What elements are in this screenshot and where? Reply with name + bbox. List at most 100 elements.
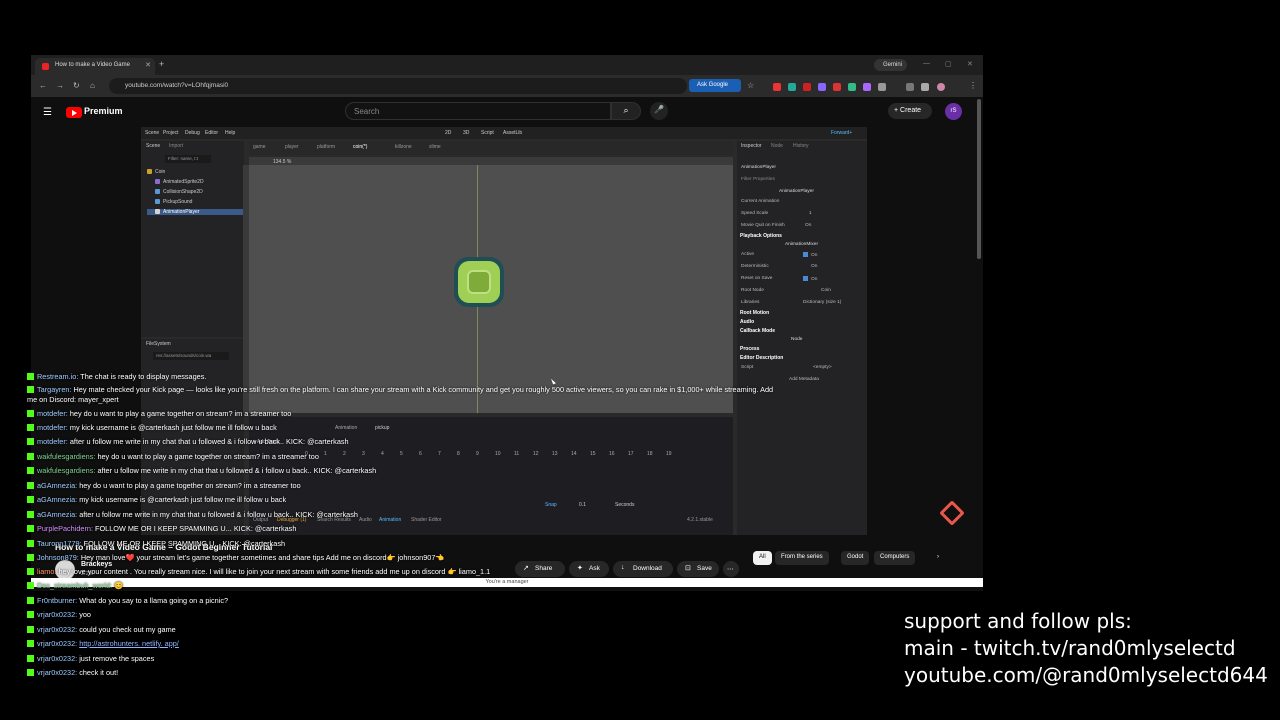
download-icon[interactable]: [921, 83, 929, 91]
search-input[interactable]: Search: [345, 102, 611, 120]
reset-checkbox[interactable]: On: [803, 276, 817, 282]
reload-icon[interactable]: ↻: [73, 81, 80, 90]
extension-icon[interactable]: [833, 83, 841, 91]
tab-node[interactable]: Node: [771, 143, 783, 149]
node-pickupsound[interactable]: PickupSound: [155, 199, 192, 205]
snap-toggle[interactable]: Snap: [545, 502, 557, 508]
section-audio[interactable]: Audio: [740, 319, 754, 325]
chip-series[interactable]: From the series: [775, 551, 829, 565]
2d-viewport[interactable]: 134.5 %: [249, 159, 733, 413]
url-field[interactable]: youtube.com/watch?v=LOhfqjmasi0: [109, 78, 687, 94]
node-coin[interactable]: Coin: [147, 169, 165, 175]
avatar[interactable]: rS: [945, 103, 962, 120]
libraries-value[interactable]: Dictionary (size 1): [803, 300, 841, 305]
back-icon[interactable]: ←: [39, 81, 47, 90]
root-node-value[interactable]: Coin: [821, 288, 831, 293]
ask-google-button[interactable]: Ask Google: [689, 79, 741, 92]
extension-icon[interactable]: [773, 83, 781, 91]
node-animationplayer[interactable]: AnimationPlayer: [147, 209, 243, 215]
seconds-select[interactable]: Seconds: [615, 502, 634, 508]
chat-text[interactable]: http://astrohunters. netlify. app/: [79, 639, 179, 648]
speed-scale-value[interactable]: 1: [809, 211, 812, 216]
chip-computers[interactable]: Computers: [874, 551, 916, 565]
extensions-puzzle-icon[interactable]: [878, 83, 886, 91]
bottom-tab-shader[interactable]: Shader Editor: [411, 517, 442, 523]
search-icon[interactable]: ⌕: [611, 102, 641, 120]
menu-scene[interactable]: Scene: [145, 130, 159, 136]
home-icon[interactable]: ⌂: [90, 81, 95, 90]
snap-value[interactable]: 0.1: [579, 502, 586, 508]
section-root-motion[interactable]: Root Motion: [740, 310, 769, 316]
minimize-icon[interactable]: —: [923, 60, 930, 67]
node-collisionshape[interactable]: CollisionShape2D: [155, 189, 203, 195]
gemini-button[interactable]: Gemini: [874, 59, 907, 71]
extension-icon[interactable]: [848, 83, 856, 91]
menu-debug[interactable]: Debug: [185, 130, 200, 136]
section-callback[interactable]: Callback Mode: [740, 328, 775, 334]
youtube-brand[interactable]: Premium: [84, 106, 123, 116]
chip-all[interactable]: All: [753, 551, 772, 565]
create-button[interactable]: + Create: [888, 103, 932, 119]
download-button[interactable]: ↓ Download: [613, 561, 673, 577]
tab-game[interactable]: game: [253, 144, 266, 150]
tab-import[interactable]: Import: [169, 143, 183, 149]
scene-filter-input[interactable]: Filter: name, t:t: [165, 155, 211, 163]
movie-quit-value[interactable]: On: [805, 223, 811, 228]
share-button[interactable]: ↗ Share: [515, 561, 565, 577]
tab-killzone[interactable]: killzone: [395, 144, 412, 150]
section-process[interactable]: Process: [740, 346, 759, 352]
bottom-tab-animation[interactable]: Animation: [379, 517, 401, 523]
menu-help[interactable]: Help: [225, 130, 235, 136]
property-filter[interactable]: Filter Properties: [741, 177, 775, 182]
forward-icon[interactable]: →: [56, 81, 64, 90]
section-editor-description[interactable]: Editor Description: [740, 355, 783, 361]
new-tab-icon[interactable]: +: [159, 59, 164, 69]
save-button[interactable]: ⊡ Save: [677, 561, 719, 577]
workspace-2d[interactable]: 2D: [445, 130, 451, 136]
animation-selector[interactable]: pickup: [375, 425, 389, 431]
more-actions-icon[interactable]: ⋯: [723, 561, 739, 577]
tab-history[interactable]: History: [793, 143, 809, 149]
sidebar-icon[interactable]: [906, 83, 914, 91]
menu-editor[interactable]: Editor: [205, 130, 218, 136]
channel-watermark-icon[interactable]: [939, 500, 965, 526]
tab-coin[interactable]: coin(*): [353, 144, 367, 150]
tab-scene[interactable]: Scene: [146, 143, 160, 149]
workspace-assetlib[interactable]: AssetLib: [503, 130, 522, 136]
ask-button[interactable]: ✦ Ask: [569, 561, 609, 577]
profile-icon[interactable]: [937, 83, 945, 91]
maximize-icon[interactable]: ▢: [945, 60, 952, 68]
section-playback[interactable]: Playback Options: [740, 233, 782, 239]
renderer-label[interactable]: Forward+: [831, 130, 852, 136]
coin-sprite[interactable]: [454, 257, 504, 307]
deterministic-value[interactable]: On: [811, 264, 817, 269]
fs-path-field[interactable]: res://assets/sounds/coin.wa: [153, 352, 229, 360]
extension-icon[interactable]: [863, 83, 871, 91]
microphone-icon[interactable]: 🎤: [650, 102, 668, 120]
node-animatedsprite[interactable]: AnimatedSprite2D: [155, 179, 204, 185]
tab-player[interactable]: player: [285, 144, 299, 150]
browser-tab[interactable]: How to make a Video Game ✕: [35, 58, 155, 75]
close-window-icon[interactable]: ✕: [967, 60, 973, 68]
tab-platform[interactable]: platform: [317, 144, 335, 150]
bookmark-star-icon[interactable]: ☆: [747, 81, 754, 90]
inspected-node[interactable]: AnimationPlayer: [741, 165, 776, 170]
active-checkbox[interactable]: On: [803, 252, 817, 258]
hamburger-menu-icon[interactable]: ☰: [43, 107, 52, 118]
more-menu-icon[interactable]: ⋮: [969, 81, 977, 90]
youtube-logo-icon[interactable]: [66, 107, 82, 118]
page-scrollbar[interactable]: [977, 99, 981, 259]
extension-icon[interactable]: [803, 83, 811, 91]
menu-project[interactable]: Project: [163, 130, 179, 136]
script-value[interactable]: <empty>: [813, 365, 832, 370]
close-tab-icon[interactable]: ✕: [145, 61, 151, 69]
chip-godot[interactable]: Godot: [841, 551, 870, 565]
tab-inspector[interactable]: Inspector: [741, 143, 762, 149]
workspace-script[interactable]: Script: [481, 130, 494, 136]
extension-icon[interactable]: [788, 83, 796, 91]
tab-slime[interactable]: slime: [429, 144, 441, 150]
extension-icon[interactable]: [818, 83, 826, 91]
workspace-3d[interactable]: 3D: [463, 130, 469, 136]
chevron-right-icon[interactable]: ›: [931, 551, 945, 565]
zoom-level[interactable]: 134.5 %: [273, 159, 291, 165]
